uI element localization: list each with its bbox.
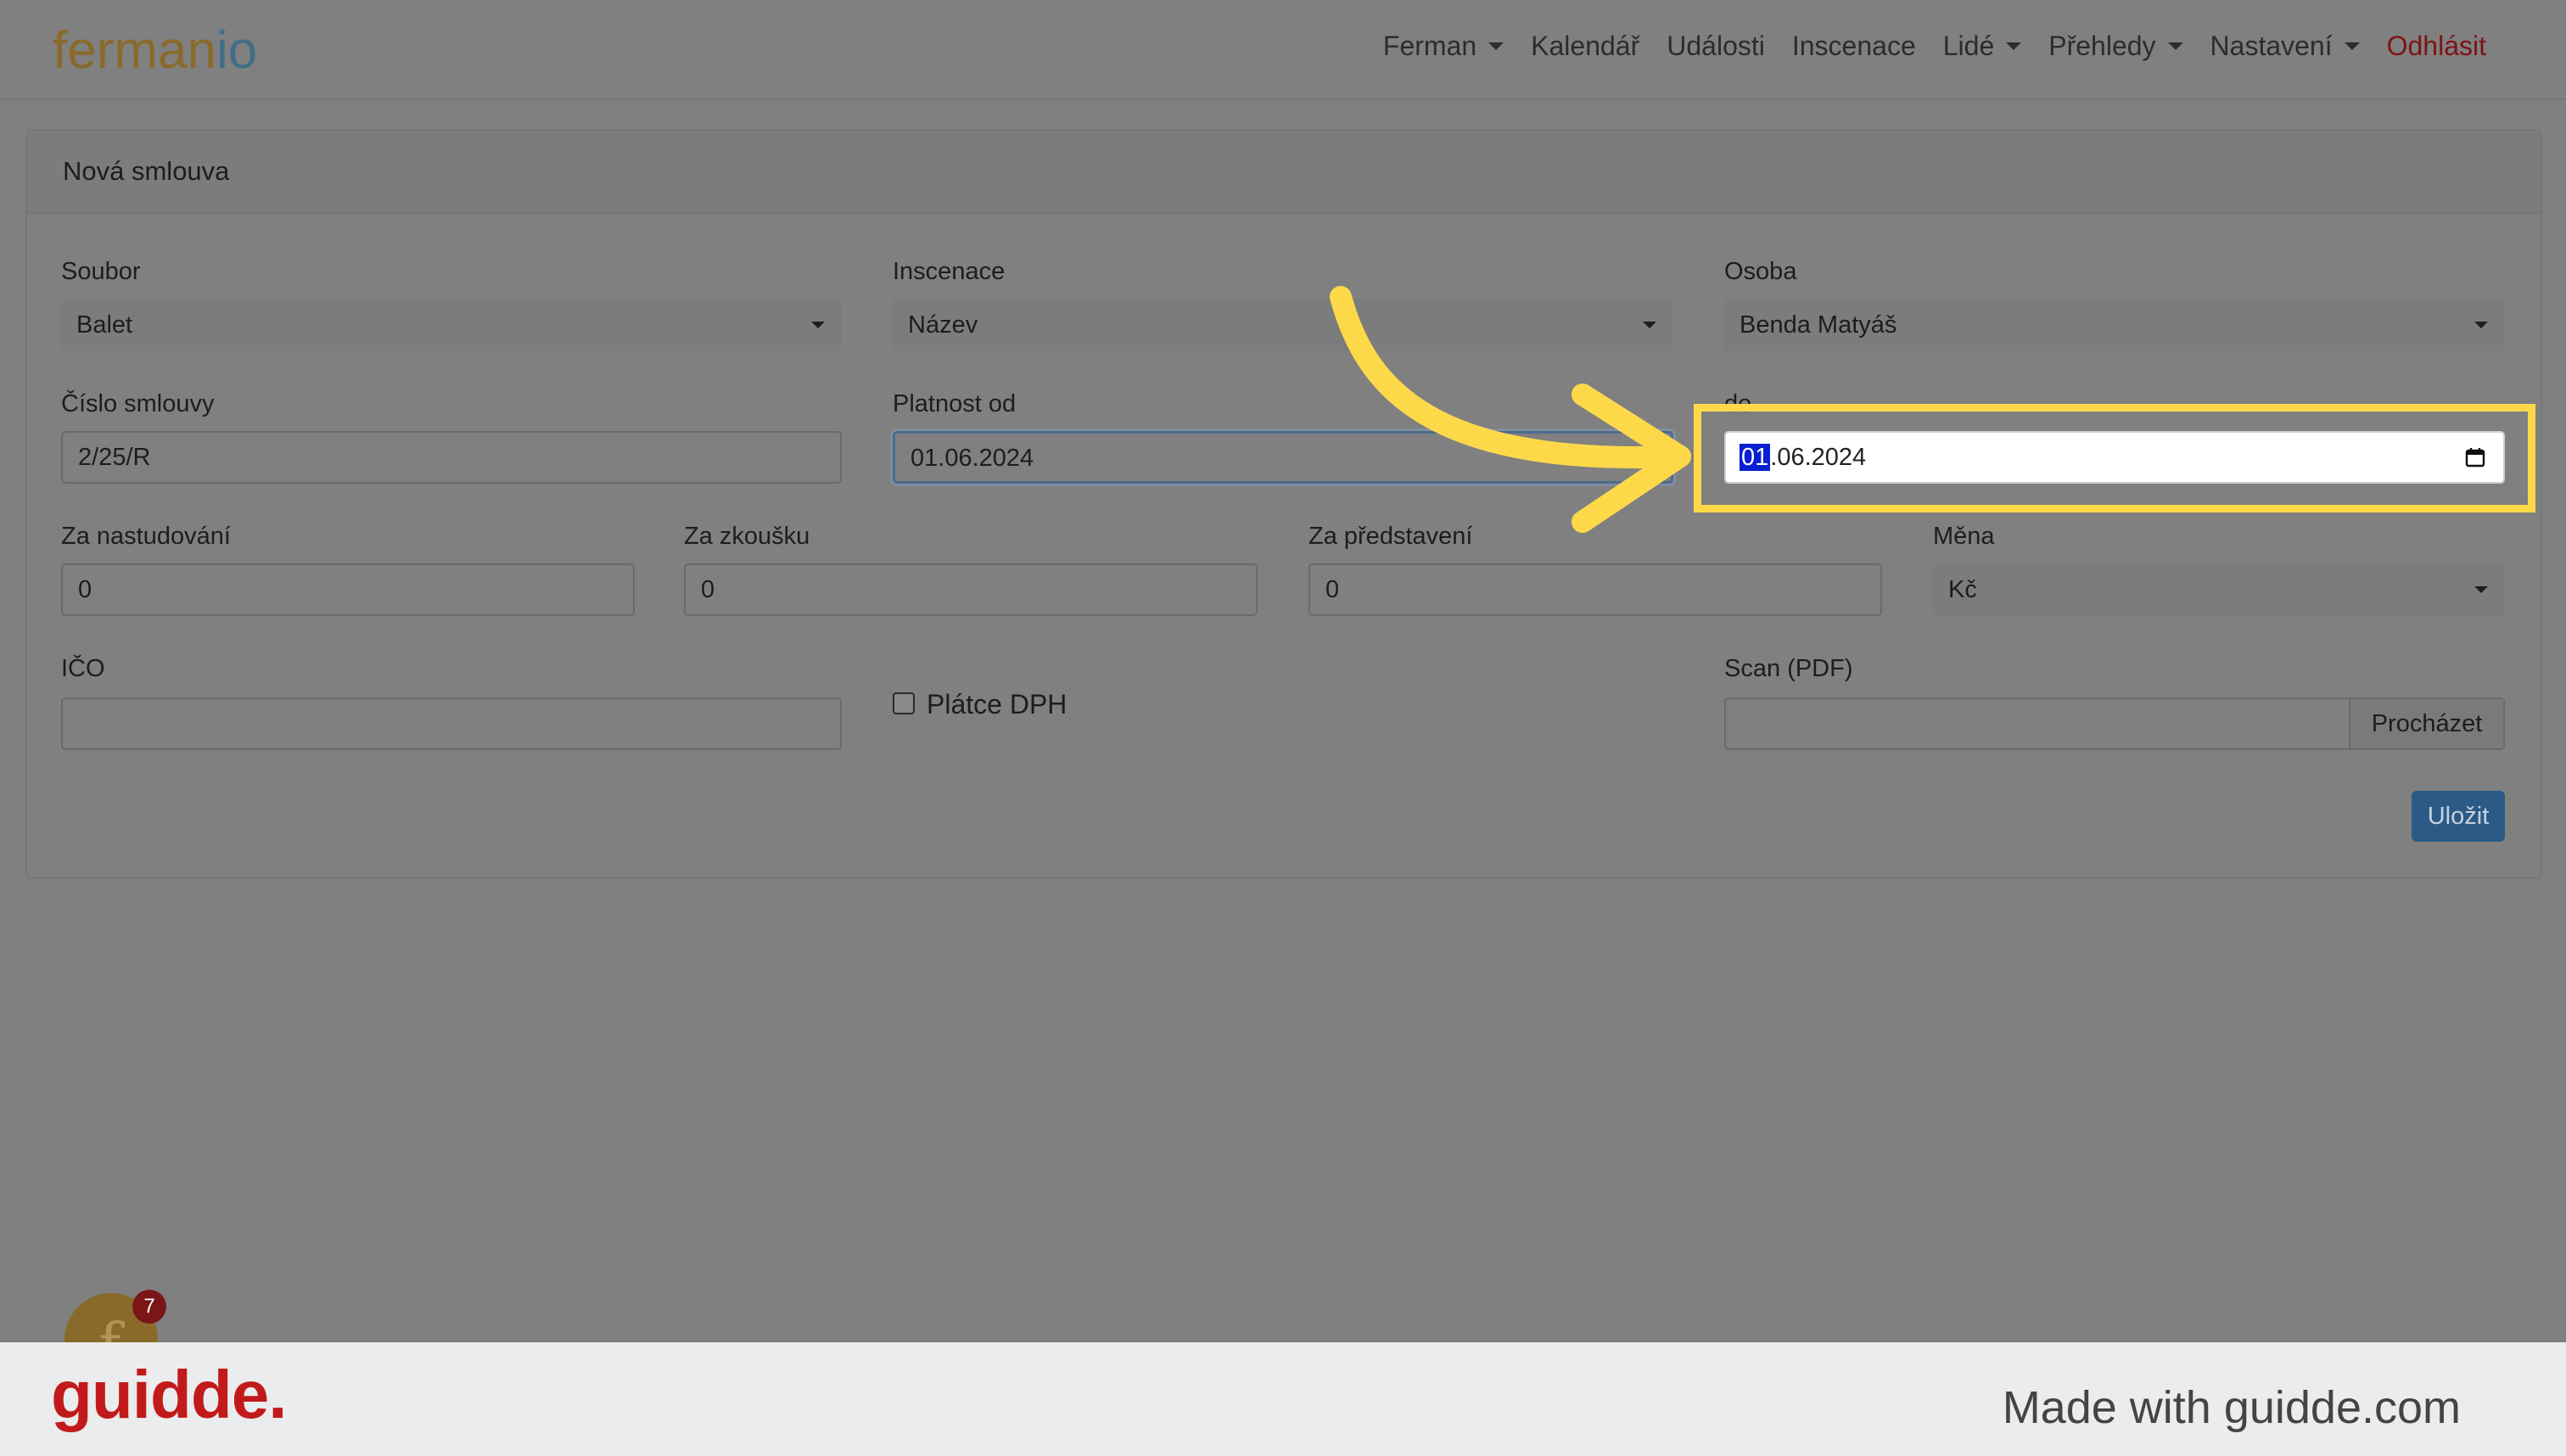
browse-button[interactable]: Procházet [2349, 699, 2503, 748]
scan-label: Scan (PDF) [1724, 655, 1853, 682]
card-header: Nová smlouva [27, 131, 2541, 214]
nav-kalendar[interactable]: Kalendář [1531, 31, 1639, 62]
nav-lide-label: Lidé [1942, 31, 1995, 61]
mena-select[interactable]: Kč [1933, 563, 2505, 616]
osoba-value: Benda Matyáš [1740, 311, 1897, 339]
scan-file-input[interactable]: Procházet [1724, 697, 2505, 750]
platce-dph-label[interactable]: Plátce DPH [927, 689, 1067, 720]
za-predstaveni-value: 0 [1325, 576, 1340, 603]
nav-ferman-label: Ferman [1382, 31, 1477, 61]
nav-logout-label: Odhlásit [2386, 31, 2486, 61]
brand-logo[interactable]: fermanio [53, 20, 257, 81]
nav-kalendar-label: Kalendář [1531, 31, 1640, 61]
za-zkousku-input[interactable]: 0 [684, 563, 1258, 616]
inscenace-value: Název [908, 311, 978, 339]
nav-nastaveni[interactable]: Nastavení [2210, 31, 2360, 62]
do-date-input[interactable]: 01.06.2024 [1724, 431, 2505, 484]
nav-logout[interactable]: Odhlásit [2387, 31, 2486, 62]
nav-inscenace-label: Inscenace [1791, 31, 1916, 61]
card-title: Nová smlouva [63, 156, 230, 186]
brand-text-io: io [216, 21, 258, 80]
main-nav: Ferman Kalendář Události Inscenace Lidé … [1356, 31, 2486, 62]
chevron-down-icon [2006, 42, 2022, 50]
top-navbar: fermanio Ferman Kalendář Události Inscen… [0, 0, 2566, 100]
nav-udalosti-label: Události [1667, 31, 1765, 61]
nav-prehledy-label: Přehledy [2048, 31, 2156, 61]
za-nastudovani-input[interactable]: 0 [61, 563, 635, 616]
calendar-icon[interactable] [2464, 446, 2486, 468]
soubor-value: Balet [76, 311, 133, 339]
chevron-down-icon [2474, 586, 2488, 593]
nav-inscenace[interactable]: Inscenace [1792, 31, 1916, 62]
chevron-down-icon [1488, 42, 1504, 50]
notification-badge: 7 [132, 1290, 166, 1324]
chevron-down-icon [2344, 42, 2360, 50]
brand-text-ferman: ferman [53, 21, 216, 80]
mena-value: Kč [1948, 576, 1977, 603]
osoba-select[interactable]: Benda Matyáš [1724, 299, 2505, 351]
guidde-logo: guidde. [51, 1357, 287, 1432]
chevron-down-icon [2474, 322, 2488, 328]
osoba-label: Osoba [1724, 258, 1797, 285]
guidde-footer: guidde. Made with guidde.com [0, 1342, 2566, 1456]
soubor-label: Soubor [61, 258, 141, 285]
za-nastudovani-value: 0 [78, 576, 92, 603]
za-zkousku-label: Za zkoušku [684, 523, 810, 550]
cislo-smlouvy-input[interactable]: 2/25/R [61, 431, 842, 484]
ico-label: IČO [61, 655, 105, 682]
save-button[interactable]: Uložit [2412, 791, 2505, 842]
do-date-rest: .06.2024 [1770, 444, 1867, 471]
za-predstaveni-input[interactable]: 0 [1308, 563, 1882, 616]
nav-ferman[interactable]: Ferman [1383, 31, 1504, 62]
ico-input[interactable] [61, 697, 842, 750]
za-zkousku-value: 0 [701, 576, 715, 603]
nav-udalosti[interactable]: Události [1667, 31, 1765, 62]
cislo-smlouvy-value: 2/25/R [78, 444, 151, 471]
do-day-segment[interactable]: 01 [1740, 444, 1771, 471]
made-with-text: Made with guidde.com [2002, 1382, 2461, 1433]
pointer-arrow-icon [1330, 286, 1691, 533]
za-nastudovani-label: Za nastudování [61, 523, 231, 550]
inscenace-label: Inscenace [893, 258, 1006, 285]
nav-prehledy[interactable]: Přehledy [2048, 31, 2183, 62]
nav-nastaveni-label: Nastavení [2210, 31, 2333, 61]
cislo-smlouvy-label: Číslo smlouvy [61, 390, 215, 417]
chevron-down-icon [811, 322, 825, 328]
platce-dph-checkbox[interactable] [893, 692, 915, 714]
mena-label: Měna [1933, 523, 1995, 550]
platnost-od-value: 01.06.2024 [910, 445, 1034, 472]
soubor-select[interactable]: Balet [61, 299, 842, 351]
nav-lide[interactable]: Lidé [1943, 31, 2022, 62]
chevron-down-icon [2167, 42, 2183, 50]
platnost-od-label: Platnost od [893, 390, 1017, 417]
